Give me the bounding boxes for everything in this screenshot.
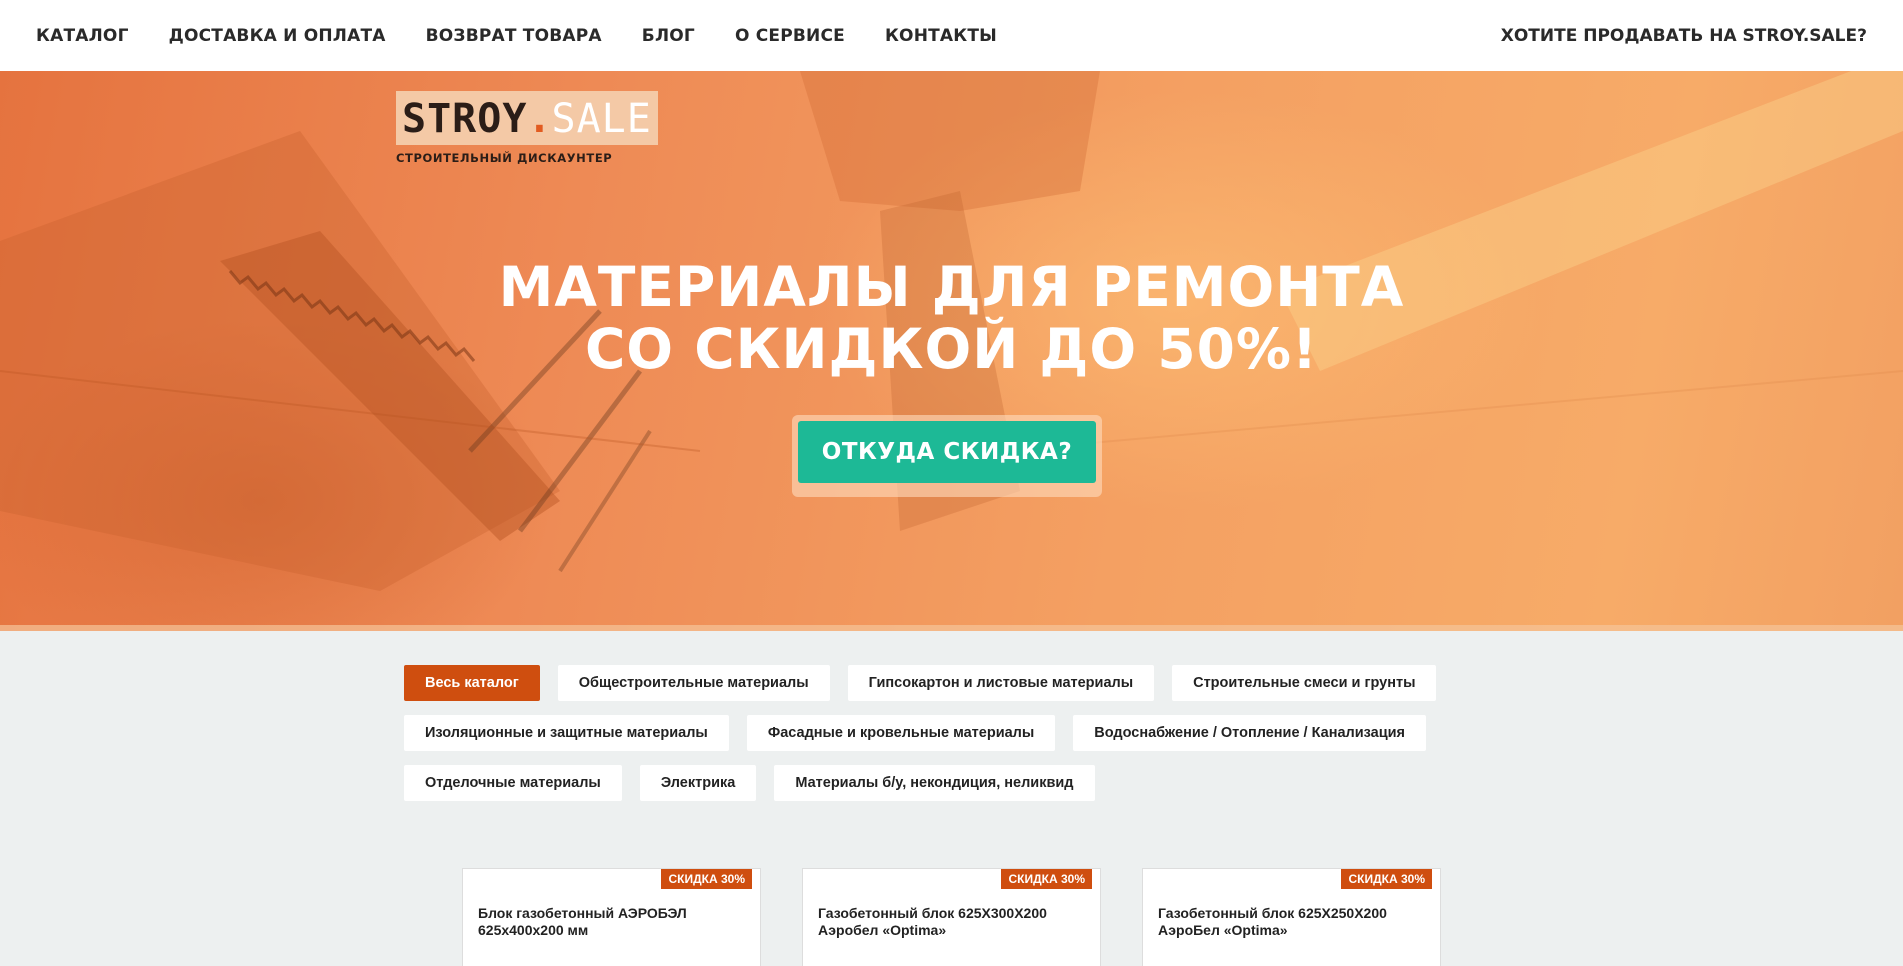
product-card[interactable]: СКИДКА 30% Газобетонный блок 625Х250Х200… [1142,868,1441,966]
logo-dot: . [527,96,552,142]
category-mixes-primers[interactable]: Строительные смеси и грунты [1172,665,1437,701]
category-electrical[interactable]: Электрика [639,765,757,801]
category-general-construction[interactable]: Общестроительные материалы [557,665,830,701]
product-title[interactable]: Блок газобетонный АЭРОБЭЛ 625х400х200 мм [478,905,718,939]
main-menu: КАТАЛОГ ДОСТАВКА И ОПЛАТА ВОЗВРАТ ТОВАРА… [36,26,1037,46]
product-title[interactable]: Газобетонный блок 625Х300Х200 Аэробел «O… [818,905,1058,939]
logo-wordmark: STROY. SALE [396,91,658,145]
category-plumbing-heating[interactable]: Водоснабжение / Отопление / Канализация [1073,715,1427,751]
hero-headline-line2: СО СКИДКОЙ ДО 50%! [584,317,1319,381]
nav-delivery-link[interactable]: ДОСТАВКА И ОПЛАТА [169,26,386,46]
nav-catalog-link[interactable]: КАТАЛОГ [36,26,129,46]
cta-frame: ОТКУДА СКИДКА? [792,415,1102,497]
discount-badge: СКИДКА 30% [1001,869,1092,889]
category-drywall-sheets[interactable]: Гипсокартон и листовые материалы [847,665,1155,701]
category-row: Весь каталог Общестроительные материалы … [404,665,1437,701]
product-card[interactable]: СКИДКА 30% Газобетонный блок 625Х300Х200… [802,868,1101,966]
logo-tagline: СТРОИТЕЛЬНЫЙ ДИСКАУНТЕР [396,151,613,165]
product-grid: СКИДКА 30% Блок газобетонный АЭРОБЭЛ 625… [462,868,1441,966]
category-row: Изоляционные и защитные материалы Фасадн… [404,715,1427,751]
category-facade-roofing[interactable]: Фасадные и кровельные материалы [746,715,1056,751]
category-all[interactable]: Весь каталог [404,665,540,701]
nav-blog-link[interactable]: БЛОГ [642,26,695,46]
product-card[interactable]: СКИДКА 30% Блок газобетонный АЭРОБЭЛ 625… [462,868,761,966]
nav-contacts-link[interactable]: КОНТАКТЫ [885,26,997,46]
hero-headline-line1: МАТЕРИАЛЫ ДЛЯ РЕМОНТА [498,255,1405,319]
product-title[interactable]: Газобетонный блок 625Х250Х200 АэроБел «O… [1158,905,1398,939]
top-navigation: КАТАЛОГ ДОСТАВКА И ОПЛАТА ВОЗВРАТ ТОВАРА… [0,0,1903,71]
category-used-surplus[interactable]: Материалы б/у, некондиция, неликвид [774,765,1095,801]
nav-about-link[interactable]: О СЕРВИСЕ [735,26,845,46]
category-finishing[interactable]: Отделочные материалы [404,765,622,801]
hero-banner: STROY. SALE СТРОИТЕЛЬНЫЙ ДИСКАУНТЕР МАТЕР… [0,71,1903,631]
nav-returns-link[interactable]: ВОЗВРАТ ТОВАРА [426,26,602,46]
why-discount-button[interactable]: ОТКУДА СКИДКА? [798,421,1096,483]
category-insulation[interactable]: Изоляционные и защитные материалы [404,715,729,751]
category-row: Отделочные материалы Электрика Материалы… [404,765,1404,801]
logo-word-sale: SALE [551,96,652,142]
discount-badge: СКИДКА 30% [661,869,752,889]
discount-badge: СКИДКА 30% [1341,869,1432,889]
logo-word-stroy: STROY [402,96,528,142]
site-logo[interactable]: STROY. SALE СТРОИТЕЛЬНЫЙ ДИСКАУНТЕР [396,91,658,165]
category-filter: Весь каталог Общестроительные материалы … [404,665,1437,815]
hero-headline: МАТЕРИАЛЫ ДЛЯ РЕМОНТА СО СКИДКОЙ ДО 50%! [0,256,1903,380]
become-seller-link[interactable]: ХОТИТЕ ПРОДАВАТЬ НА STROY.SALE? [1501,26,1867,46]
